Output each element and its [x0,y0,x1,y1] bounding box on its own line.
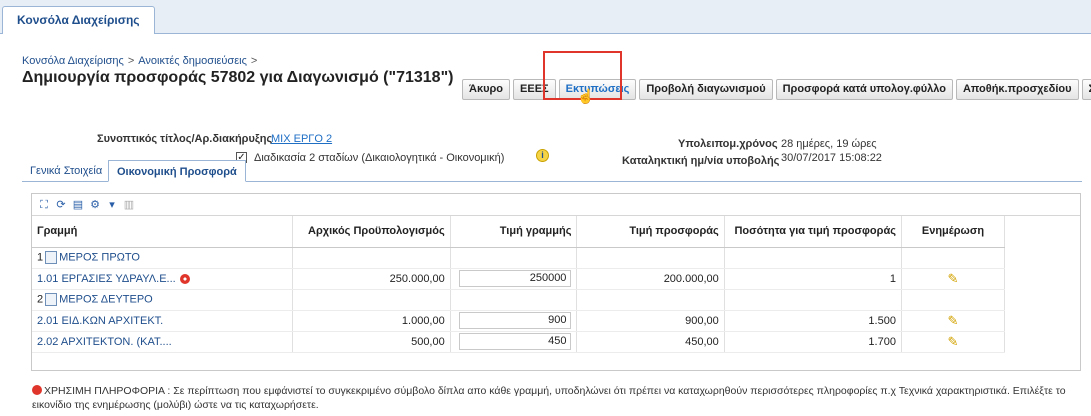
budget-cell: 1.000,00 [292,310,451,332]
quantity-cell: 1.500 [724,310,902,332]
col-header-offer-price: Τιμή προσφοράς [576,216,725,248]
breadcrumb-separator: > [250,55,258,67]
warning-target-icon [179,273,190,284]
quantity-cell: 1.700 [724,331,902,353]
remaining-time-label: Υπολειπομ.χρόνος [678,138,778,150]
app-tab[interactable]: Κονσόλα Διαχείρισης [2,6,155,34]
table-header-row: Γραμμή Αρχικός Προϋπολογισμός Τιμή γραμμ… [32,216,1006,248]
group-label: ΜΕΡΟΣ ΠΡΩΤΟ [59,251,140,264]
line-label[interactable]: 2.01 ΕΙΔ.ΚΩΝ ΑΡΧΙΤΕΚΤ. [37,315,163,327]
group-number: 1 [37,251,44,264]
group-number: 2 [37,293,44,306]
offer-price-cell: 450,00 [576,331,725,353]
budget-cell: 500,00 [292,331,451,353]
pencil-edit-icon[interactable]: ✎ [948,334,959,349]
breadcrumb-separator: > [127,55,135,67]
settings-gear-icon[interactable]: ⚙ [89,199,101,211]
remaining-time-value: 28 ημέρες, 19 ώρες [781,138,877,150]
col-header-update: Ενημέρωση [901,216,1006,248]
continue-button[interactable]: Συνέχεια [1081,79,1091,100]
page-title: Δημιουργία προσφοράς 57802 για Διαγωνισμ… [22,69,454,86]
line-price-input[interactable]: 450 [459,333,572,350]
offer-price-cell: 900,00 [576,310,725,332]
offer-grid: ⛶ ⟳ ▤ ⚙ ▾ ▥ Γραμμή Αρχικός Προϋπολογισμό… [31,193,1081,371]
line-price-input[interactable]: 900 [459,312,572,329]
line-price-input[interactable]: 250000 [459,270,572,287]
info-note-text: ΧΡΗΣΙΜΗ ΠΛΗΡΟΦΟΡΙΑ : Σε περίπτωση που εμ… [32,385,1066,411]
offer-table: Γραμμή Αρχικός Προϋπολογισμός Τιμή γραμμ… [32,216,1006,353]
pencil-edit-icon[interactable]: ✎ [948,271,959,286]
table-row-group: 2 ΜΕΡΟΣ ΔΕΥΤΕΡΟ [32,289,1006,311]
budget-cell: 250.000,00 [292,268,451,290]
col-header-quantity: Ποσότητα για τιμή προσφοράς [724,216,902,248]
expand-icon[interactable]: ⛶ [38,199,50,211]
breadcrumb: Κονσόλα Διαχείρισης > Ανοικτές δημοσιεύσει… [22,55,261,67]
title-link[interactable]: ΜΙΧ ΕΡΓΟ 2 [271,133,332,145]
group-label: ΜΕΡΟΣ ΔΕΥΤΕΡΟ [59,293,153,306]
pencil-edit-icon[interactable]: ✎ [948,313,959,328]
view-tender-button[interactable]: Προβολή διαγωνισμού [639,79,773,100]
line-label[interactable]: 1.01 ΕΡΓΑΣΙΕΣ ΥΔΡΑΥΛ.Ε... [37,273,176,285]
cancel-button[interactable]: Άκυρο [462,79,511,100]
document-icon [45,293,58,306]
col-header-budget: Αρχικός Προϋπολογισμός [292,216,451,248]
top-bar: Κονσόλα Διαχείρισης [0,0,1091,34]
spreadsheet-offer-button[interactable]: Προσφορά κατά υπολογ.φύλλο [775,79,953,100]
table-row: 2.02 ΑΡΧΙΤΕΚΤΟΝ. (ΚΑΤ.... 500,00 450 450… [32,331,1006,353]
info-note: ΧΡΗΣΙΜΗ ΠΛΗΡΟΦΟΡΙΑ : Σε περίπτωση που εμ… [32,384,1082,412]
quantity-cell: 1 [724,268,902,290]
tab-financial-offer[interactable]: Οικονομική Προσφορά [108,160,246,182]
hand-cursor-icon: ☝ [577,88,595,104]
subtabs: Γενικά Στοιχεία Οικονομική Προσφορά [22,159,1082,182]
save-draft-button[interactable]: Αποθήκ.προσχεδίου [955,79,1079,100]
export-icon[interactable]: ▤ [72,199,84,211]
refresh-icon[interactable]: ⟳ [55,199,67,211]
col-header-line: Γραμμή [32,216,294,248]
breadcrumb-item[interactable]: Κονσόλα Διαχείρισης [22,55,124,67]
line-label[interactable]: 2.02 ΑΡΧΙΤΕΚΤΟΝ. (ΚΑΤ.... [37,336,172,348]
columns-icon[interactable]: ▥ [123,199,135,211]
document-icon [45,251,58,264]
table-row: 1.01 ΕΡΓΑΣΙΕΣ ΥΔΡΑΥΛ.Ε... 250.000,00 250… [32,268,1006,290]
title-label: Συνοπτικός τίτλος/Αρ.διακήρυξης [97,133,273,145]
offer-price-cell: 200.000,00 [576,268,725,290]
tab-general[interactable]: Γενικά Στοιχεία [22,160,110,182]
table-row-group: 1 ΜΕΡΟΣ ΠΡΩΤΟ [32,247,1006,269]
breadcrumb-item[interactable]: Ανοικτές δημοσιεύσεις [138,55,247,67]
table-row: 2.01 ΕΙΔ.ΚΩΝ ΑΡΧΙΤΕΚΤ. 1.000,00 900 900,… [32,310,1006,332]
chevron-down-icon[interactable]: ▾ [106,199,118,211]
col-header-line-price: Τιμή γραμμής [450,216,578,248]
grid-toolbar: ⛶ ⟳ ▤ ⚙ ▾ ▥ [32,194,1080,216]
warning-target-icon [32,385,42,395]
